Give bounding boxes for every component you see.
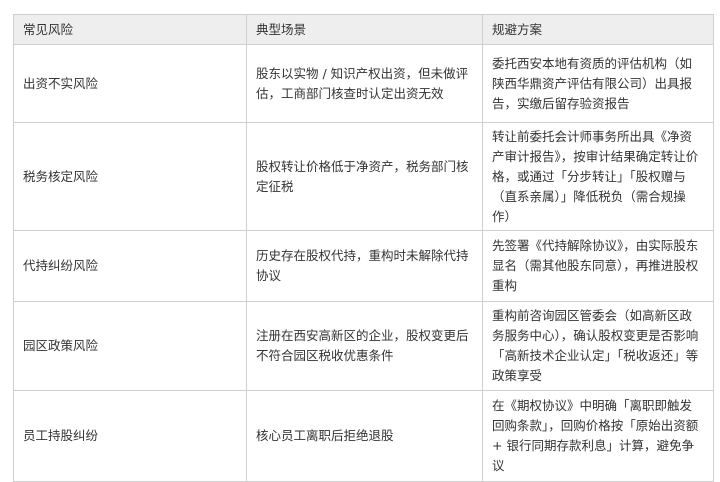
scenario-cell: 股东以实物 / 知识产权出资，但未做评估，工商部门核查时认定出资无效: [246, 44, 483, 123]
table-row: 员工持股纠纷 核心员工离职后拒绝退股 在《期权协议》中明确「离职即触发回购条款」…: [13, 390, 714, 482]
risk-cell: 税务核定风险: [13, 122, 247, 231]
header-row: 常见风险 典型场景 规避方案: [13, 14, 714, 45]
risk-cell: 员工持股纠纷: [13, 390, 247, 482]
risk-cell: 出资不实风险: [13, 44, 247, 123]
header-solution: 规避方案: [482, 14, 714, 45]
table-row: 税务核定风险 股权转让价格低于净资产，税务部门核定征税 转让前委托会计师事务所出…: [13, 122, 714, 231]
scenario-cell: 注册在西安高新区的企业，股权变更后不符合园区税收优惠条件: [246, 301, 483, 391]
scenario-cell: 股权转让价格低于净资产，税务部门核定征税: [246, 122, 483, 231]
scenario-cell: 核心员工离职后拒绝退股: [246, 390, 483, 482]
solution-cell: 转让前委托会计师事务所出具《净资产审计报告》，按审计结果确定转让价格，或通过「分…: [482, 122, 714, 231]
scenario-cell: 历史存在股权代持，重构时未解除代持协议: [246, 230, 483, 302]
solution-cell: 先签署《代持解除协议》，由实际股东显名（需其他股东同意），再推进股权重构: [482, 230, 714, 302]
solution-cell: 重构前咨询园区管委会（如高新区政务服务中心），确认股权变更是否影响「高新技术企业…: [482, 301, 714, 391]
table-header: 常见风险 典型场景 规避方案: [13, 14, 714, 45]
table-row: 代持纠纷风险 历史存在股权代持，重构时未解除代持协议 先签署《代持解除协议》，由…: [13, 230, 714, 302]
risk-table: 常见风险 典型场景 规避方案 出资不实风险 股东以实物 / 知识产权出资，但未做…: [13, 14, 714, 482]
header-scenario: 典型场景: [246, 14, 483, 45]
table-body: 出资不实风险 股东以实物 / 知识产权出资，但未做评估，工商部门核查时认定出资无…: [13, 44, 714, 482]
table-row: 园区政策风险 注册在西安高新区的企业，股权变更后不符合园区税收优惠条件 重构前咨…: [13, 301, 714, 391]
header-risk: 常见风险: [13, 14, 247, 45]
risk-cell: 代持纠纷风险: [13, 230, 247, 302]
solution-cell: 在《期权协议》中明确「离职即触发回购条款」，回购价格按「原始出资额 + 银行同期…: [482, 390, 714, 482]
table-row: 出资不实风险 股东以实物 / 知识产权出资，但未做评估，工商部门核查时认定出资无…: [13, 44, 714, 123]
risk-table-container: 常见风险 典型场景 规避方案 出资不实风险 股东以实物 / 知识产权出资，但未做…: [0, 0, 720, 482]
risk-cell: 园区政策风险: [13, 301, 247, 391]
solution-cell: 委托西安本地有资质的评估机构（如陕西华鼎资产评估有限公司）出具报告，实缴后留存验…: [482, 44, 714, 123]
